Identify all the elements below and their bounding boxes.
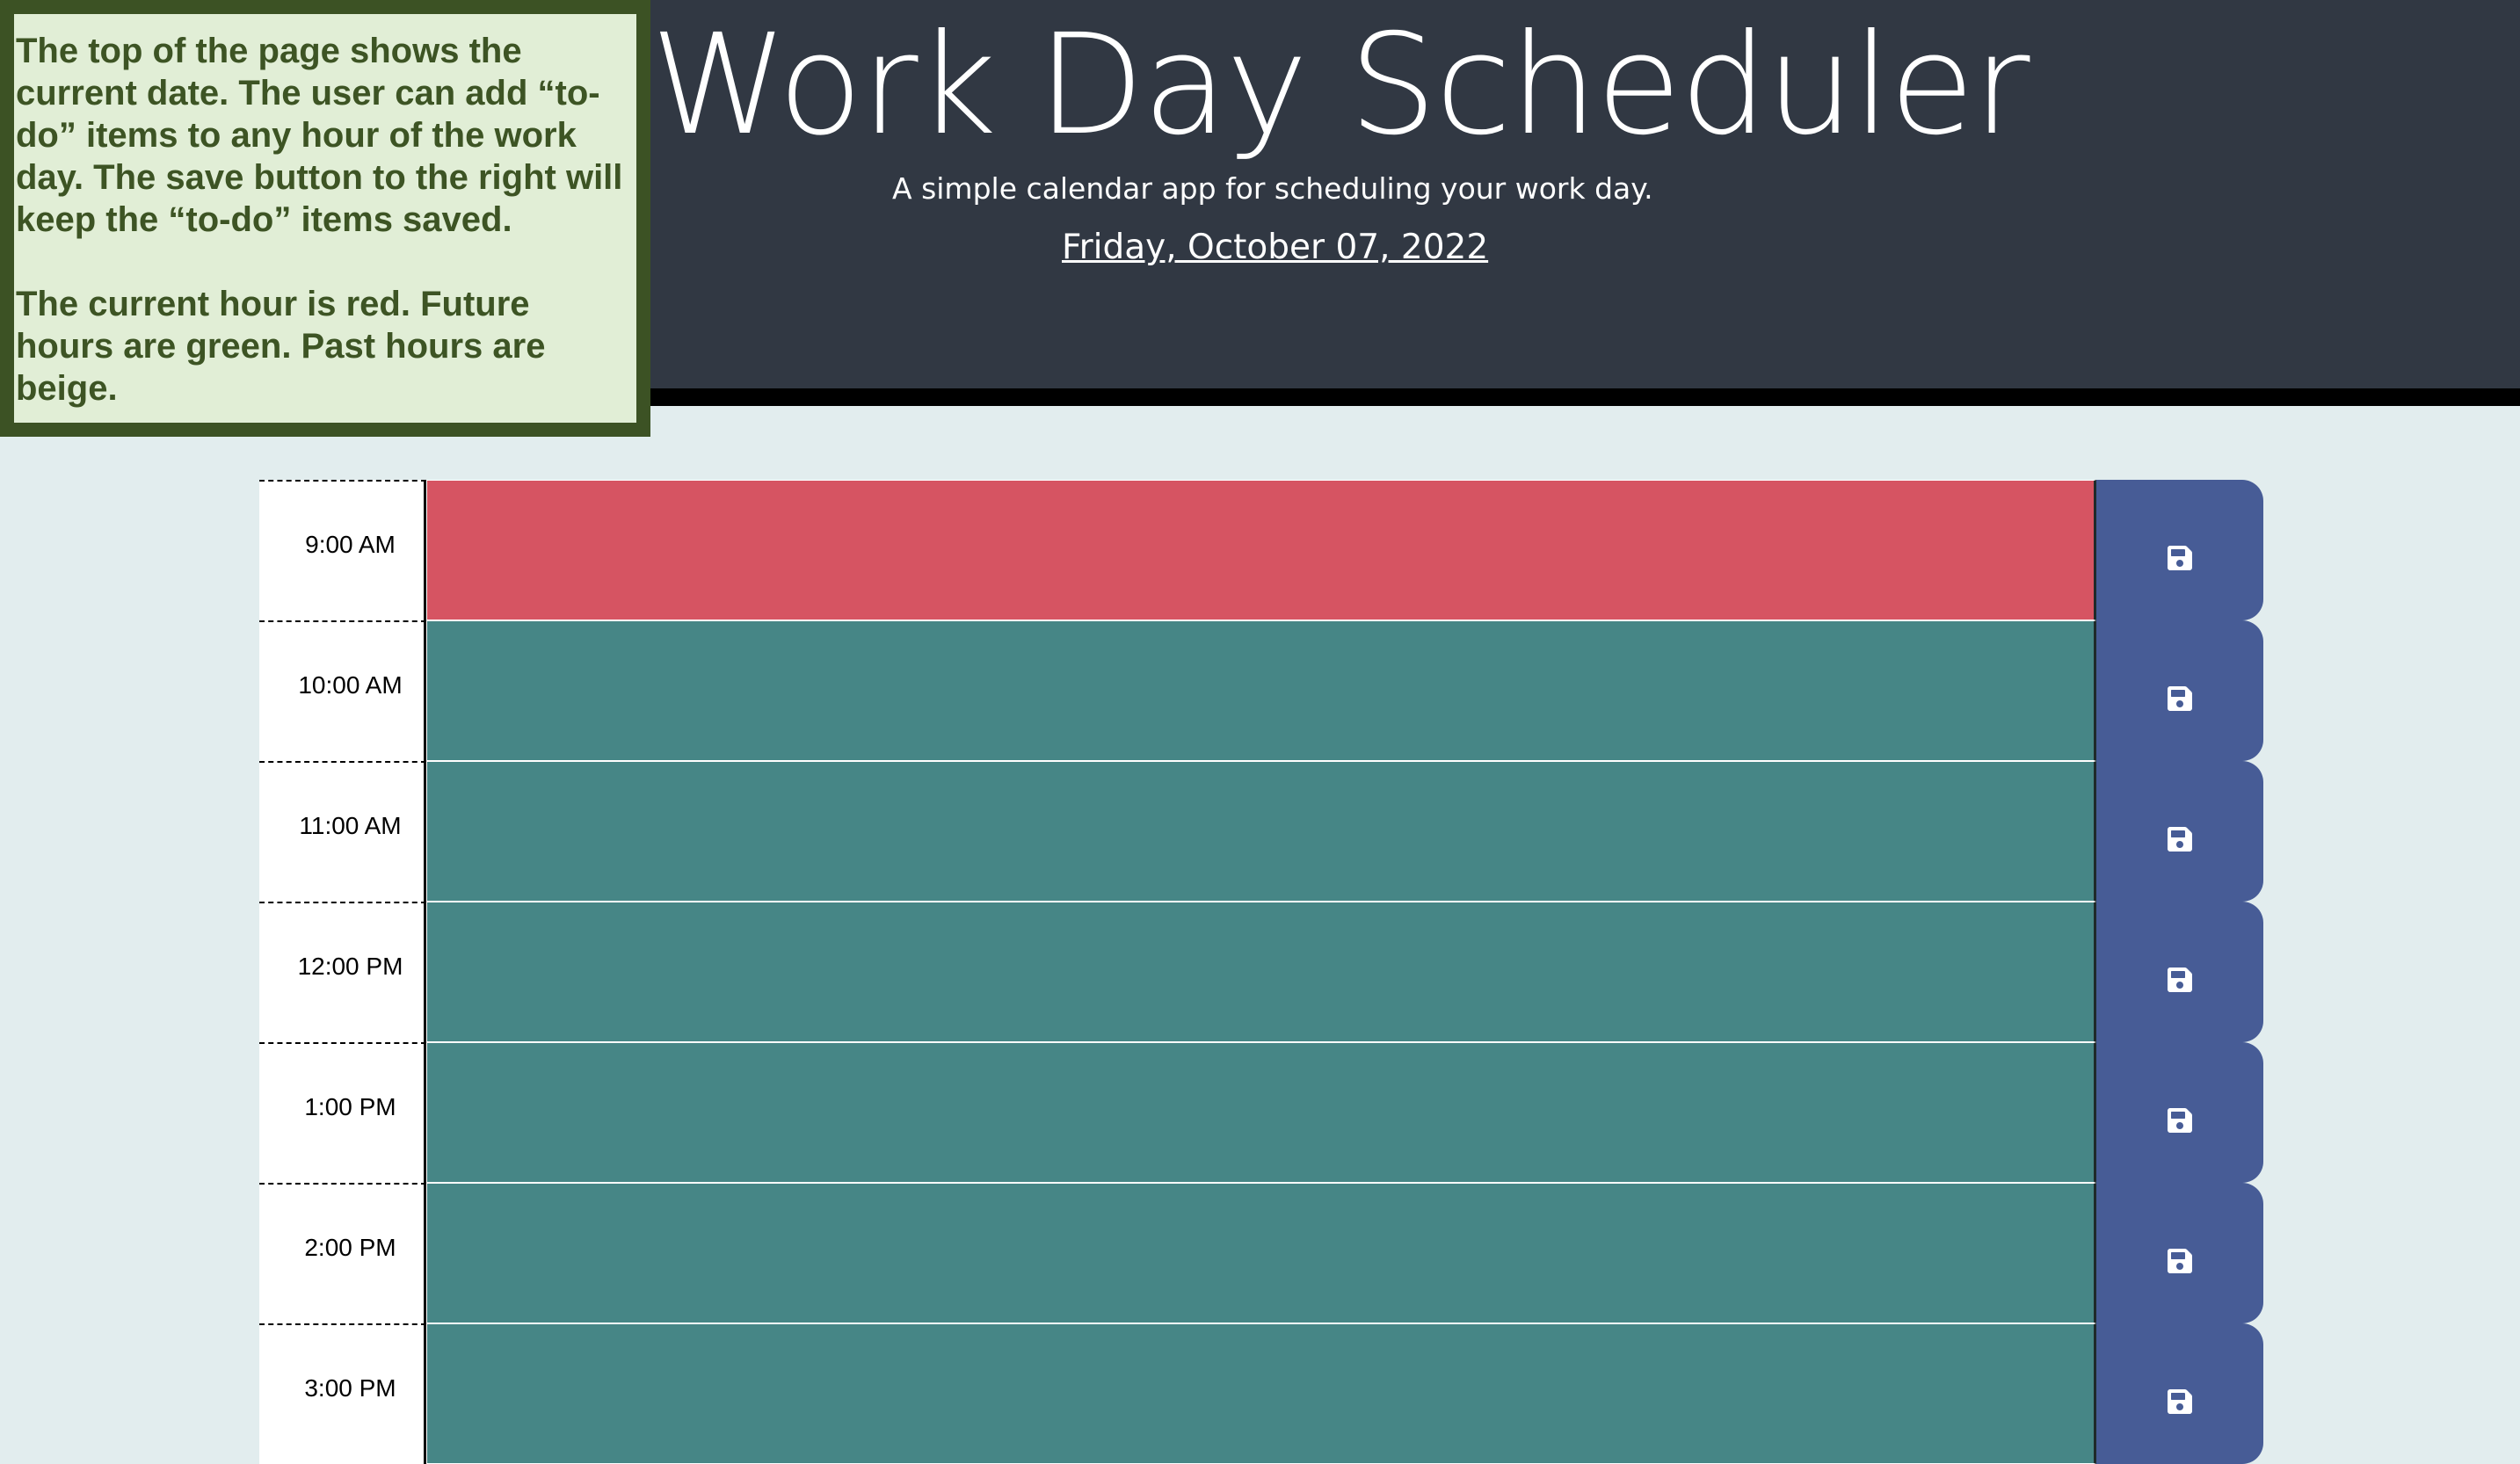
todo-textarea[interactable] [426, 1183, 2096, 1323]
hour-label: 3:00 PM [259, 1323, 426, 1464]
hour-label: 11:00 AM [259, 761, 426, 902]
floppy-disk-icon [2168, 1249, 2192, 1273]
floppy-disk-icon [2168, 686, 2192, 711]
time-block: 3:00 PM [259, 1323, 2263, 1464]
schedule-container: 9:00 AM 10:00 AM 11:00 AM 12:00 PM 1:00 PM 2:… [259, 480, 2263, 1464]
save-button[interactable] [2096, 1042, 2263, 1183]
instructions-note: The top of the page shows the current da… [0, 0, 650, 437]
hour-label: 9:00 AM [259, 480, 426, 620]
todo-textarea[interactable] [426, 620, 2096, 761]
time-block: 9:00 AM [259, 480, 2263, 620]
hour-label: 10:00 AM [259, 620, 426, 761]
current-date: Friday, October 07, 2022 [1062, 228, 1489, 267]
time-block: 12:00 PM [259, 902, 2263, 1042]
time-block: 10:00 AM [259, 620, 2263, 761]
save-button[interactable] [2096, 902, 2263, 1042]
page-subtitle: A simple calendar app for scheduling you… [892, 171, 1653, 206]
save-button[interactable] [2096, 620, 2263, 761]
time-block: 1:00 PM [259, 1042, 2263, 1183]
floppy-disk-icon [2168, 1389, 2192, 1414]
todo-textarea[interactable] [426, 1042, 2096, 1183]
floppy-disk-icon [2168, 1108, 2192, 1133]
hour-label: 12:00 PM [259, 902, 426, 1042]
save-button[interactable] [2096, 1323, 2263, 1464]
floppy-disk-icon [2168, 827, 2192, 852]
hour-label: 2:00 PM [259, 1183, 426, 1323]
floppy-disk-icon [2168, 968, 2192, 992]
instructions-paragraph-2: The current hour is red. Future hours ar… [16, 285, 546, 408]
instructions-paragraph-1: The top of the page shows the current da… [16, 32, 623, 239]
page-title: Work Day Scheduler [650, 4, 2030, 166]
save-button[interactable] [2096, 1183, 2263, 1323]
todo-textarea[interactable] [426, 761, 2096, 902]
time-block: 11:00 AM [259, 761, 2263, 902]
floppy-disk-icon [2168, 546, 2192, 570]
todo-textarea[interactable] [426, 480, 2096, 620]
save-button[interactable] [2096, 480, 2263, 620]
time-block: 2:00 PM [259, 1183, 2263, 1323]
hour-label: 1:00 PM [259, 1042, 426, 1183]
todo-textarea[interactable] [426, 1323, 2096, 1464]
save-button[interactable] [2096, 761, 2263, 902]
todo-textarea[interactable] [426, 902, 2096, 1042]
